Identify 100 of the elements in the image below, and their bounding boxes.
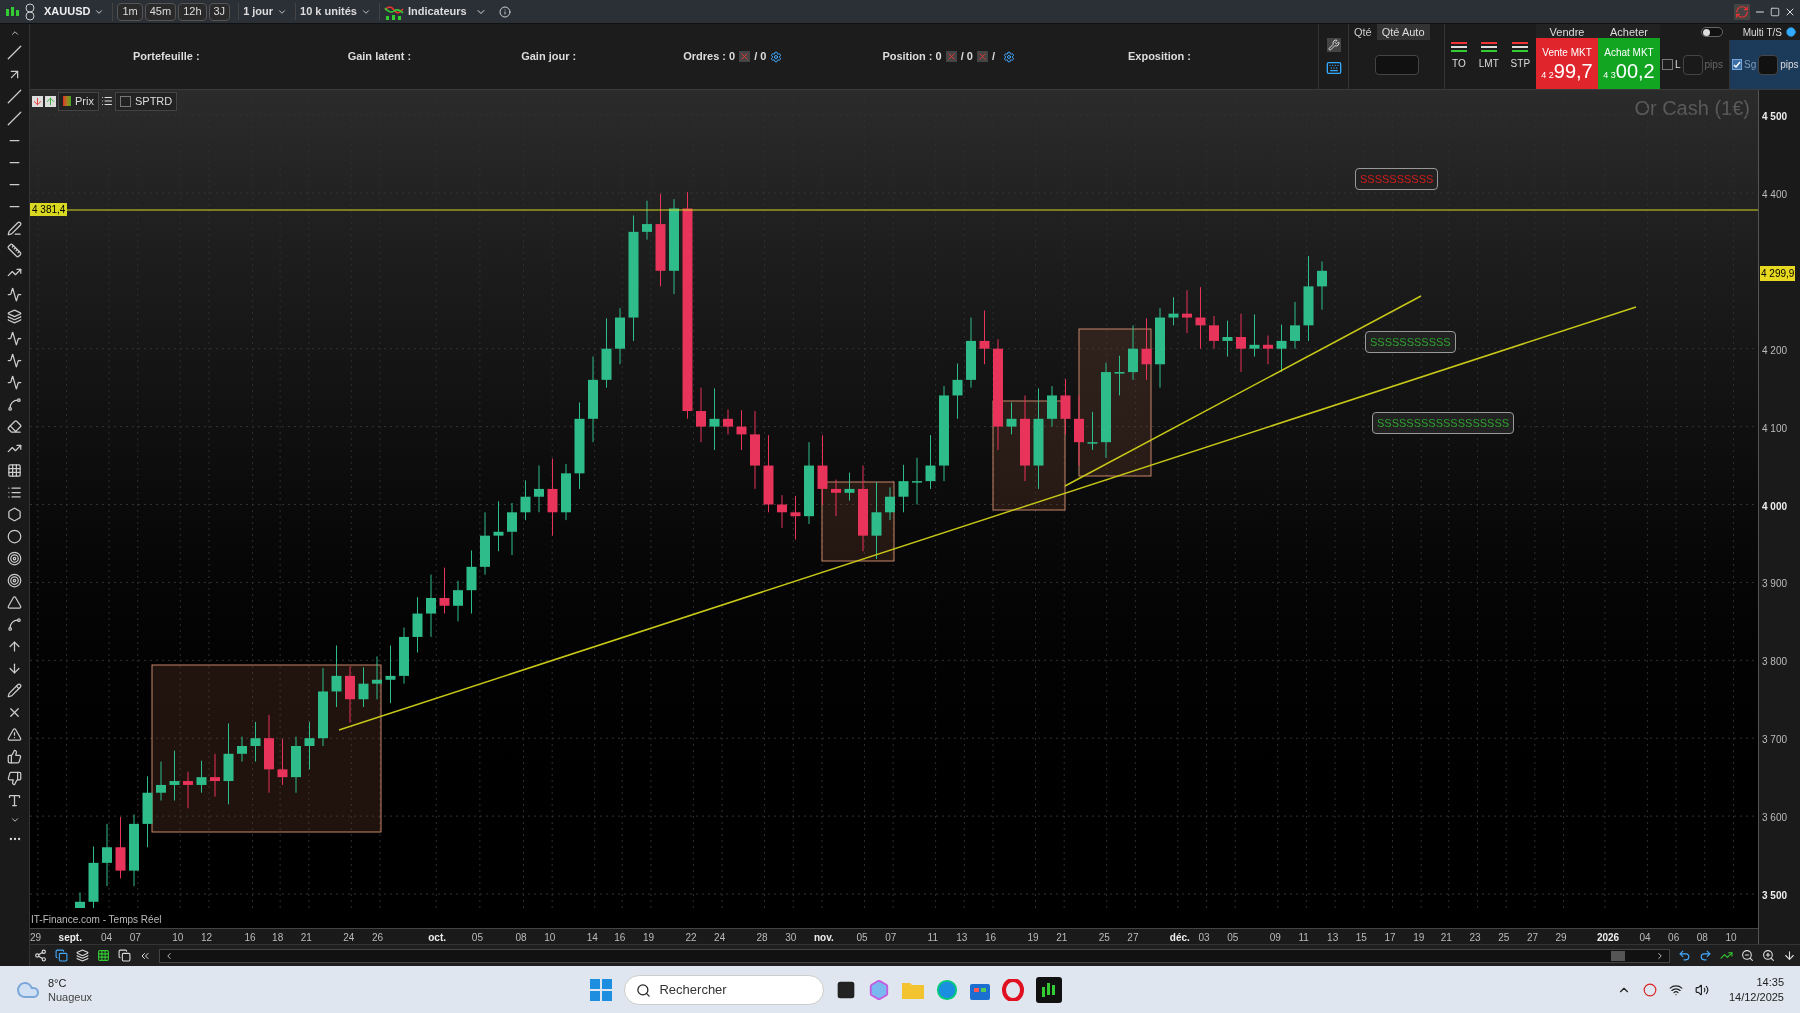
price-tick-label: 4 500	[1762, 110, 1788, 124]
date-tick-label: 04	[1639, 931, 1651, 945]
date-tick-label: 08	[515, 931, 527, 945]
date-tick-label: 12	[200, 931, 213, 945]
current-price-label: 4 299,9	[1760, 266, 1796, 281]
date-tick-label: 16	[985, 931, 997, 945]
position-count: / 0	[960, 49, 973, 65]
date-tick-label: 11	[927, 931, 938, 945]
date-tick-label: 07	[129, 931, 141, 945]
date-tick-label: 19	[1413, 931, 1425, 945]
date-tick-label: 30	[785, 931, 797, 945]
date-tick-label: 25	[1098, 931, 1110, 945]
position-label: Position : 0	[882, 49, 942, 65]
price-tick-label: 3 900	[1762, 577, 1788, 592]
price-button[interactable]: Prix	[58, 92, 99, 111]
period-button[interactable]: 3J	[208, 2, 231, 21]
date-tick-label: 06	[1668, 931, 1680, 945]
quantity-tab[interactable]: Qté	[1349, 24, 1377, 40]
temperature: 8°C	[48, 975, 68, 990]
pips-label: pips	[1704, 58, 1723, 72]
taskbar-search-field[interactable]: Rechercher	[624, 974, 825, 1005]
day-gain-label: Gain jour :	[521, 49, 577, 65]
orders-count: / 0	[754, 49, 767, 65]
date-tick-label: 16	[614, 931, 626, 945]
date-tick-label: 22	[685, 931, 697, 945]
l-label: L	[1675, 58, 1681, 72]
sg-label: Sg	[1744, 58, 1757, 72]
date-tick-label: 10	[1725, 931, 1737, 945]
date-tick-label: 29	[29, 931, 41, 945]
date-tick-label: 24	[343, 931, 355, 945]
quantity-tab[interactable]: Qté Auto	[1376, 24, 1430, 40]
symbol-dropdown[interactable]: XAUUSD	[40, 3, 109, 20]
multi-ts-label: Multi T/S	[1742, 25, 1782, 40]
level-price-label: 4 381,4	[30, 203, 68, 216]
clock-date[interactable]: 14/12/2025	[1728, 989, 1784, 1005]
date-tick-label: 05	[471, 931, 483, 945]
data-source-label: IT-Finance.com - Temps Réel	[31, 913, 162, 927]
timeframe-dropdown[interactable]: 1 jour	[238, 3, 292, 20]
indicators-button[interactable]: Indicateurs	[378, 3, 471, 20]
price-tick-label: 3 600	[1762, 811, 1788, 826]
date-tick-label: 19	[642, 931, 655, 945]
period-button[interactable]: 1m	[117, 2, 143, 21]
units-dropdown[interactable]: 10 k unités	[295, 3, 375, 20]
price-tick-label: 3 700	[1762, 733, 1788, 748]
date-tick-label: sept.	[58, 931, 82, 945]
clock-time[interactable]: 14:35	[1756, 974, 1784, 990]
sptrd-toggle[interactable]: SPTRD	[114, 92, 178, 111]
date-tick-label: oct.	[428, 931, 446, 945]
date-tick-label: 14	[586, 931, 598, 945]
date-tick-label: 11	[1298, 931, 1309, 945]
date-tick-label: 10	[172, 931, 184, 945]
position-separator: /	[991, 49, 995, 65]
date-tick-label: 08	[1696, 931, 1708, 945]
order-type-button[interactable]: TO	[1450, 42, 1467, 71]
date-tick-label: 21	[1056, 931, 1068, 945]
order-type-button[interactable]: STP	[1510, 42, 1531, 71]
price-tick-label: 3 500	[1762, 889, 1788, 903]
date-tick-label: 15	[1355, 931, 1367, 945]
sell-market-button[interactable]: Vente MKT 4 299,7	[1536, 38, 1598, 89]
date-tick-label: 27	[1127, 931, 1139, 945]
date-tick-label: 25	[1498, 931, 1510, 945]
date-tick-label: 28	[756, 931, 768, 945]
date-tick-label: 13	[956, 931, 968, 945]
date-tick-label: 07	[885, 931, 897, 945]
order-type-button[interactable]: LMT	[1478, 42, 1499, 71]
price-tick-label: 3 800	[1762, 655, 1788, 670]
period-button[interactable]: 12h	[178, 2, 207, 21]
price-tick-label: 4 400	[1762, 187, 1788, 202]
date-tick-label: 05	[1227, 931, 1239, 945]
date-tick-label: 19	[1027, 931, 1039, 945]
date-tick-label: 16	[244, 931, 256, 945]
date-tick-label: 05	[856, 931, 868, 945]
date-tick-label: 04	[101, 931, 113, 945]
price-tick-label: 4 200	[1762, 343, 1788, 358]
date-tick-label: 23	[1469, 931, 1481, 945]
period-button[interactable]: 45m	[144, 2, 177, 21]
date-tick-label: 13	[1327, 931, 1339, 945]
date-tick-label: 18	[272, 931, 284, 945]
pips-label: pips	[1780, 58, 1799, 72]
date-tick-label: 26	[372, 931, 384, 945]
orders-label: Ordres : 0	[683, 49, 736, 65]
date-tick-label: 29	[1555, 931, 1567, 945]
exposure-label: Exposition :	[1127, 49, 1191, 65]
unrealized-gain-label: Gain latent :	[347, 49, 412, 65]
chart-note[interactable]: SSSSSSSSSSSSSSSSSS	[1372, 412, 1515, 434]
sell-label: Vendre	[1548, 25, 1586, 38]
weather-label: Nuageux	[48, 989, 93, 1004]
date-tick-label: déc.	[1169, 931, 1190, 945]
price-tick-label: 4 100	[1762, 421, 1788, 436]
date-tick-label: 27	[1526, 931, 1538, 945]
buy-label: Acheter	[1609, 25, 1649, 38]
date-tick-label: 2026	[1596, 931, 1620, 945]
price-tick-label: 4 000	[1762, 499, 1788, 514]
date-tick-label: nov.	[813, 931, 834, 945]
portfolio-label: Portefeuille :	[133, 49, 200, 65]
date-tick-label: 21	[300, 931, 312, 945]
chart-note[interactable]: SSSSSSSSSSS	[1365, 331, 1456, 353]
date-tick-label: 09	[1269, 931, 1281, 945]
date-tick-label: 24	[714, 931, 726, 945]
date-tick-label: 21	[1440, 931, 1452, 945]
